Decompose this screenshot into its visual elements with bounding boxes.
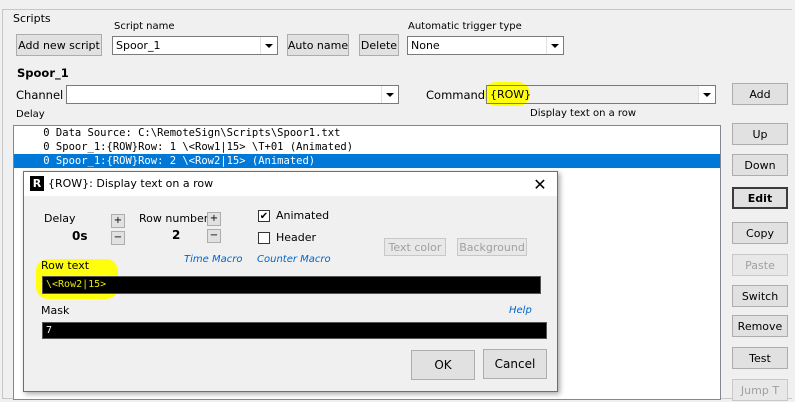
delay-decrement-button[interactable]: − — [111, 231, 125, 245]
row-number-label: Row number — [139, 212, 209, 225]
add-button[interactable]: Add — [732, 83, 788, 105]
paste-button[interactable]: Paste — [732, 254, 788, 276]
mask-input[interactable]: 7 — [42, 322, 547, 339]
jump-button[interactable]: Jump T — [732, 379, 788, 401]
chevron-down-icon[interactable] — [698, 86, 715, 103]
text-color-button[interactable]: Text color — [384, 238, 446, 256]
copy-button[interactable]: Copy — [732, 222, 788, 244]
channel-label: Channel — [16, 88, 64, 102]
command-combo[interactable]: {ROW} — [486, 85, 716, 104]
ok-button[interactable]: OK — [411, 350, 475, 380]
test-button[interactable]: Test — [732, 347, 788, 369]
switch-button[interactable]: Switch — [732, 285, 788, 307]
header-checkbox[interactable] — [258, 232, 270, 244]
row-number-decrement-button[interactable]: − — [207, 229, 221, 243]
add-new-script-button[interactable]: Add new script — [16, 34, 102, 56]
animated-checkbox[interactable]: ✔ — [258, 210, 270, 222]
list-item[interactable]: 0 Data Source: C:\RemoteSign\Scripts\Spo… — [14, 126, 720, 140]
row-number-increment-button[interactable]: + — [207, 212, 221, 226]
down-button[interactable]: Down — [732, 154, 788, 176]
trigger-type-combo[interactable]: None — [407, 36, 564, 55]
dialog-title: {ROW}: Display text on a row — [48, 177, 214, 190]
delay-label: Delay — [44, 212, 76, 225]
channel-combo[interactable] — [66, 85, 399, 104]
row-text-label: Row text — [41, 259, 90, 272]
close-icon[interactable]: ✕ — [527, 174, 553, 194]
trigger-type-label: Automatic trigger type — [408, 21, 522, 32]
command-label: Command — [426, 88, 486, 102]
row-number-value: 2 — [172, 228, 181, 242]
counter-macro-link[interactable]: Counter Macro — [257, 254, 331, 265]
app-r-icon: R — [30, 176, 44, 191]
background-button[interactable]: Background — [457, 238, 527, 256]
list-item-selected[interactable]: 0 Spoor_1:{ROW}Row: 2 \<Row2|15> (Animat… — [14, 154, 720, 168]
dialog-titlebar: R {ROW}: Display text on a row ✕ — [24, 172, 557, 196]
header-label: Header — [276, 231, 317, 244]
scripts-group-title: Scripts — [11, 12, 53, 25]
script-heading: Spoor_1 — [17, 66, 69, 80]
auto-name-button[interactable]: Auto name — [287, 34, 349, 56]
edit-button[interactable]: Edit — [732, 187, 788, 209]
row-dialog: R {ROW}: Display text on a row ✕ Delay 0… — [23, 171, 558, 392]
cancel-button[interactable]: Cancel — [483, 349, 547, 379]
chevron-down-icon[interactable] — [260, 37, 277, 54]
delay-increment-button[interactable]: + — [111, 214, 125, 228]
script-name-value: Spoor_1 — [116, 39, 161, 52]
list-item[interactable]: 0 Spoor_1:{ROW}Row: 1 \<Row1|15> \T+01 (… — [14, 140, 720, 154]
row-text-input[interactable]: \<Row2|15> — [42, 276, 541, 294]
mask-label: Mask — [41, 304, 70, 317]
delete-button[interactable]: Delete — [359, 34, 399, 56]
delay-value: 0s — [72, 229, 88, 243]
help-link[interactable]: Help — [509, 305, 532, 316]
time-macro-link[interactable]: Time Macro — [184, 254, 242, 265]
command-value: {ROW} — [490, 88, 532, 101]
script-name-combo[interactable]: Spoor_1 — [112, 36, 278, 55]
delay-column-header: Delay — [16, 109, 45, 120]
script-name-label: Script name — [114, 21, 175, 32]
chevron-down-icon[interactable] — [546, 37, 563, 54]
chevron-down-icon[interactable] — [381, 86, 398, 103]
trigger-type-value: None — [411, 39, 440, 52]
up-button[interactable]: Up — [732, 123, 788, 145]
checkmark-icon: ✔ — [259, 210, 269, 222]
remove-button[interactable]: Remove — [732, 315, 788, 337]
animated-label: Animated — [276, 209, 330, 222]
command-description: Display text on a row — [530, 108, 637, 119]
